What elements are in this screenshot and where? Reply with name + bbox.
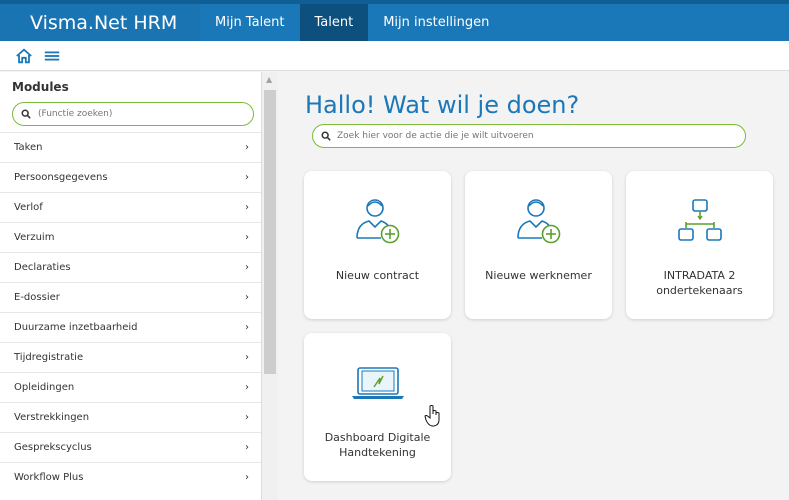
chevron-right-icon: ›: [245, 472, 249, 483]
sidebar-item-label: Gesprekscyclus: [14, 442, 92, 453]
tile-intradata-ondertekenaars[interactable]: INTRADATA 2 ondertekenaars: [626, 171, 773, 319]
home-icon: [16, 48, 32, 63]
sidebar-item-duurzame-inzetbaarheid[interactable]: Duurzame inzetbaarheid ›: [0, 312, 261, 342]
sidebar-item-label: Workflow Plus: [14, 472, 84, 483]
module-search[interactable]: [12, 102, 254, 126]
sidebar-item-gesprekscyclus[interactable]: Gesprekscyclus ›: [0, 432, 261, 462]
hierarchy-icon: [677, 198, 722, 241]
sidebar-item-opleidingen[interactable]: Opleidingen ›: [0, 372, 261, 402]
sidebar-item-label: Taken: [14, 142, 43, 153]
action-search-input[interactable]: [337, 131, 737, 141]
tile-label: Nieuwe werknemer: [485, 269, 592, 282]
chevron-right-icon: ›: [245, 412, 249, 423]
sidebar-item-label: Declaraties: [14, 262, 71, 273]
sidebar-item-tijdregistratie[interactable]: Tijdregistratie ›: [0, 342, 261, 372]
search-icon: [321, 131, 331, 141]
chevron-right-icon: ›: [245, 232, 249, 243]
action-search[interactable]: [312, 124, 746, 148]
sidebar-item-declaraties[interactable]: Declaraties ›: [0, 252, 261, 282]
sidebar-title: Modules: [12, 80, 69, 94]
top-navigation-bar: Visma.Net HRM Mijn Talent Talent Mijn in…: [0, 0, 789, 41]
chevron-right-icon: ›: [245, 142, 249, 153]
sidebar-item-verzuim[interactable]: Verzuim ›: [0, 222, 261, 252]
chevron-right-icon: ›: [245, 382, 249, 393]
sidebar-item-verstrekkingen[interactable]: Verstrekkingen ›: [0, 402, 261, 432]
toolbar: [0, 41, 789, 71]
sidebar-item-label: Persoonsgegevens: [14, 172, 108, 183]
module-list: Taken › Persoonsgegevens › Verlof › Verzuim › De…: [0, 132, 261, 492]
chevron-right-icon: ›: [245, 322, 249, 333]
sidebar-item-label: Verstrekkingen: [14, 412, 90, 423]
chevron-right-icon: ›: [245, 292, 249, 303]
scroll-up-arrow-icon[interactable]: ▲: [266, 75, 272, 84]
nav-talent[interactable]: Talent: [299, 4, 369, 41]
app-title[interactable]: Visma.Net HRM: [0, 4, 200, 41]
sidebar-item-e-dossier[interactable]: E-dossier ›: [0, 282, 261, 312]
chevron-right-icon: ›: [245, 442, 249, 453]
hamburger-icon: [44, 51, 60, 60]
hand-cursor-icon: [424, 405, 440, 427]
sidebar-item-label: Duurzame inzetbaarheid: [14, 322, 138, 333]
sidebar-item-label: Verlof: [14, 202, 43, 213]
sidebar-item-workflow-plus[interactable]: Workflow Plus ›: [0, 462, 261, 492]
sidebar-item-label: Tijdregistratie: [14, 352, 84, 363]
sidebar-item-label: E-dossier: [14, 292, 60, 303]
tile-label: Nieuw contract: [335, 269, 420, 282]
user-add-icon: [516, 198, 560, 243]
page-title: Hallo! Wat wil je doen?: [305, 91, 580, 119]
sidebar-item-persoonsgegevens[interactable]: Persoonsgegevens ›: [0, 162, 261, 192]
home-button[interactable]: [13, 45, 35, 67]
nav-mijn-talent[interactable]: Mijn Talent: [200, 4, 300, 41]
user-add-icon: [355, 198, 399, 243]
sidebar-item-taken[interactable]: Taken ›: [0, 132, 261, 162]
tile-nieuw-contract[interactable]: Nieuw contract: [304, 171, 451, 319]
tile-label: Dashboard Digitale Handtekening: [324, 431, 431, 459]
scroll-thumb[interactable]: [264, 90, 276, 374]
menu-button[interactable]: [41, 45, 63, 67]
chevron-right-icon: ›: [245, 202, 249, 213]
sidebar-scrollbar[interactable]: ▲: [262, 72, 278, 500]
tile-label: INTRADATA 2 ondertekenaars: [656, 269, 743, 297]
laptop-signature-icon: [351, 366, 404, 399]
sidebar-item-label: Verzuim: [14, 232, 55, 243]
chevron-right-icon: ›: [245, 352, 249, 363]
nav-mijn-instellingen[interactable]: Mijn instellingen: [368, 4, 504, 41]
module-search-input[interactable]: [38, 109, 238, 119]
search-icon: [21, 109, 31, 119]
modules-sidebar: Modules Taken›Persoonsgegevens›Verlof›Ve…: [0, 72, 262, 500]
chevron-right-icon: ›: [245, 262, 249, 273]
sidebar-item-label: Opleidingen: [14, 382, 75, 393]
sidebar-item-verlof[interactable]: Verlof ›: [0, 192, 261, 222]
tile-nieuwe-werknemer[interactable]: Nieuwe werknemer: [465, 171, 612, 319]
chevron-right-icon: ›: [245, 172, 249, 183]
